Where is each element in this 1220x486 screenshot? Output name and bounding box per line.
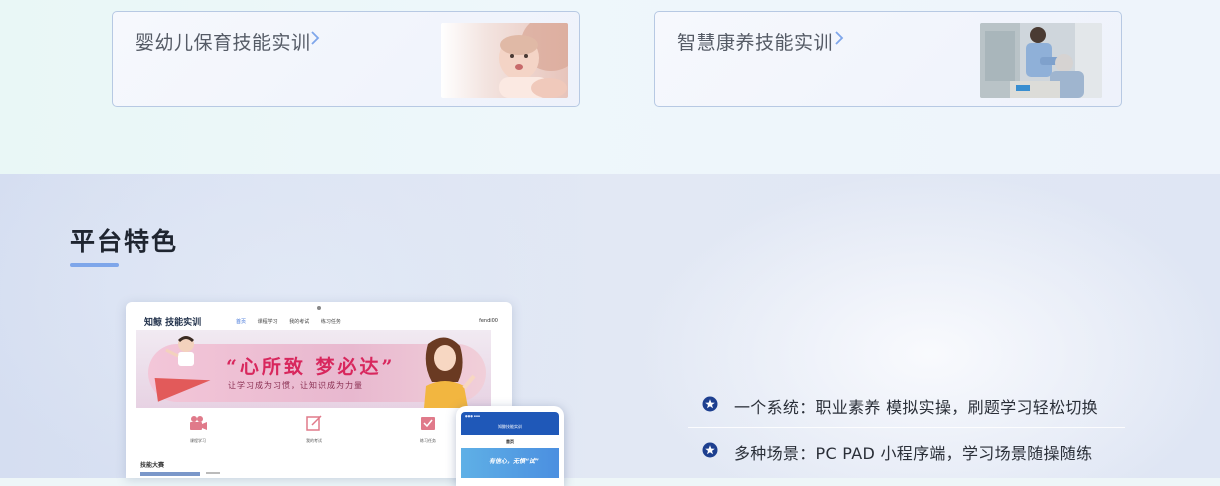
mock-feature: 练习任务: [398, 415, 458, 444]
phone-banner: 有信心，无惧“试”: [461, 448, 559, 478]
mock-bar: [206, 472, 220, 474]
phone-banner-text: 有信心，无惧“试”: [489, 458, 539, 465]
mock-feature: 我的考试: [284, 415, 344, 444]
platform-features-section: 平台特色 知鲸 技能实训 首页 课程学习 我的考试 练习任务 fendi00 “…: [0, 174, 1220, 486]
mock-nav-item: 练习任务: [320, 319, 341, 325]
star-badge-icon: [702, 396, 718, 412]
phone-title: 知鲸技能实训: [498, 424, 522, 429]
checklist-icon: [421, 417, 435, 430]
feature-item: 多种场景：PC PAD 小程序端，学习场景随操随练: [688, 428, 1125, 474]
phone-status-bar: ●●● ▪▪▪: [465, 414, 480, 418]
section-title: 平台特色: [70, 227, 179, 256]
phone-home-label: 首页: [506, 439, 514, 444]
mock-nav-item: 我的考试: [289, 319, 310, 325]
phone-screen: ●●● ▪▪▪ 知鲸技能实训 首页 有信心，无惧“试”: [461, 412, 559, 486]
mock-contest-title: 技能大赛: [140, 462, 165, 469]
banner-headline: “心所致 梦必达”: [226, 356, 396, 378]
mock-feature-label: 课程学习: [190, 438, 206, 443]
card-title: 智慧康养技能实训: [677, 32, 834, 54]
card-infant-care[interactable]: 婴幼儿保育技能实训: [112, 11, 580, 107]
desktop-screen: 知鲸 技能实训 首页 课程学习 我的考试 练习任务 fendi00 “心所致 梦…: [136, 312, 502, 478]
mock-feature-label: 练习任务: [420, 438, 436, 443]
phone-mockup: ●●● ▪▪▪ 知鲸技能实训 首页 有信心，无惧“试”: [456, 406, 564, 486]
feature-list: 一个系统：职业素养 模拟实操，刷题学习轻松切换 多种场景：PC PAD 小程序端…: [688, 382, 1125, 474]
feature-item: 一个系统：职业素养 模拟实操，刷题学习轻松切换: [688, 382, 1125, 428]
feature-text: 多种场景：PC PAD 小程序端，学习场景随操随练: [734, 444, 1093, 463]
training-cards-band: 婴幼儿保育技能实训 智慧康养技能实训: [0, 0, 1220, 174]
mock-banner: “心所致 梦必达” 让学习成为习惯，让知识成为力量: [136, 330, 491, 408]
woman-illustration: [424, 337, 476, 408]
title-underline: [70, 263, 119, 267]
mock-feature: 课程学习: [168, 415, 228, 444]
mock-nav-item: 首页: [236, 319, 247, 325]
mock-brand: 知鲸 技能实训: [144, 318, 202, 328]
mock-bar: [140, 472, 200, 476]
elderly-care-photo: [980, 23, 1102, 98]
banner-subtitle: 让学习成为习惯，让知识成为力量: [228, 381, 363, 390]
mock-feature-row: 课程学习 我的考试 练习任务: [136, 415, 491, 455]
mock-feature-label: 我的考试: [306, 438, 322, 443]
kid-illustration: [165, 336, 194, 366]
card-elderly-care[interactable]: 智慧康养技能实训: [654, 11, 1122, 107]
video-camera-icon: [190, 416, 207, 430]
mock-nav-item: 课程学习: [257, 319, 278, 325]
card-title: 婴幼儿保育技能实训: [135, 32, 311, 54]
chevron-right-icon: [835, 31, 844, 45]
edit-icon: [306, 415, 322, 431]
feature-text: 一个系统：职业素养 模拟实操，刷题学习轻松切换: [734, 398, 1098, 417]
baby-photo: [441, 23, 568, 98]
phone-header: ●●● ▪▪▪ 知鲸技能实训: [461, 412, 559, 435]
camera-dot: [317, 306, 321, 310]
chevron-right-icon: [311, 31, 320, 45]
mock-nav-links: 首页 课程学习 我的考试 练习任务: [236, 318, 351, 325]
desktop-mockup: 知鲸 技能实训 首页 课程学习 我的考试 练习任务 fendi00 “心所致 梦…: [126, 302, 512, 478]
mock-user: fendi00: [479, 318, 498, 324]
star-badge-icon: [702, 442, 718, 458]
mock-navbar: 知鲸 技能实训 首页 课程学习 我的考试 练习任务 fendi00: [136, 312, 502, 330]
